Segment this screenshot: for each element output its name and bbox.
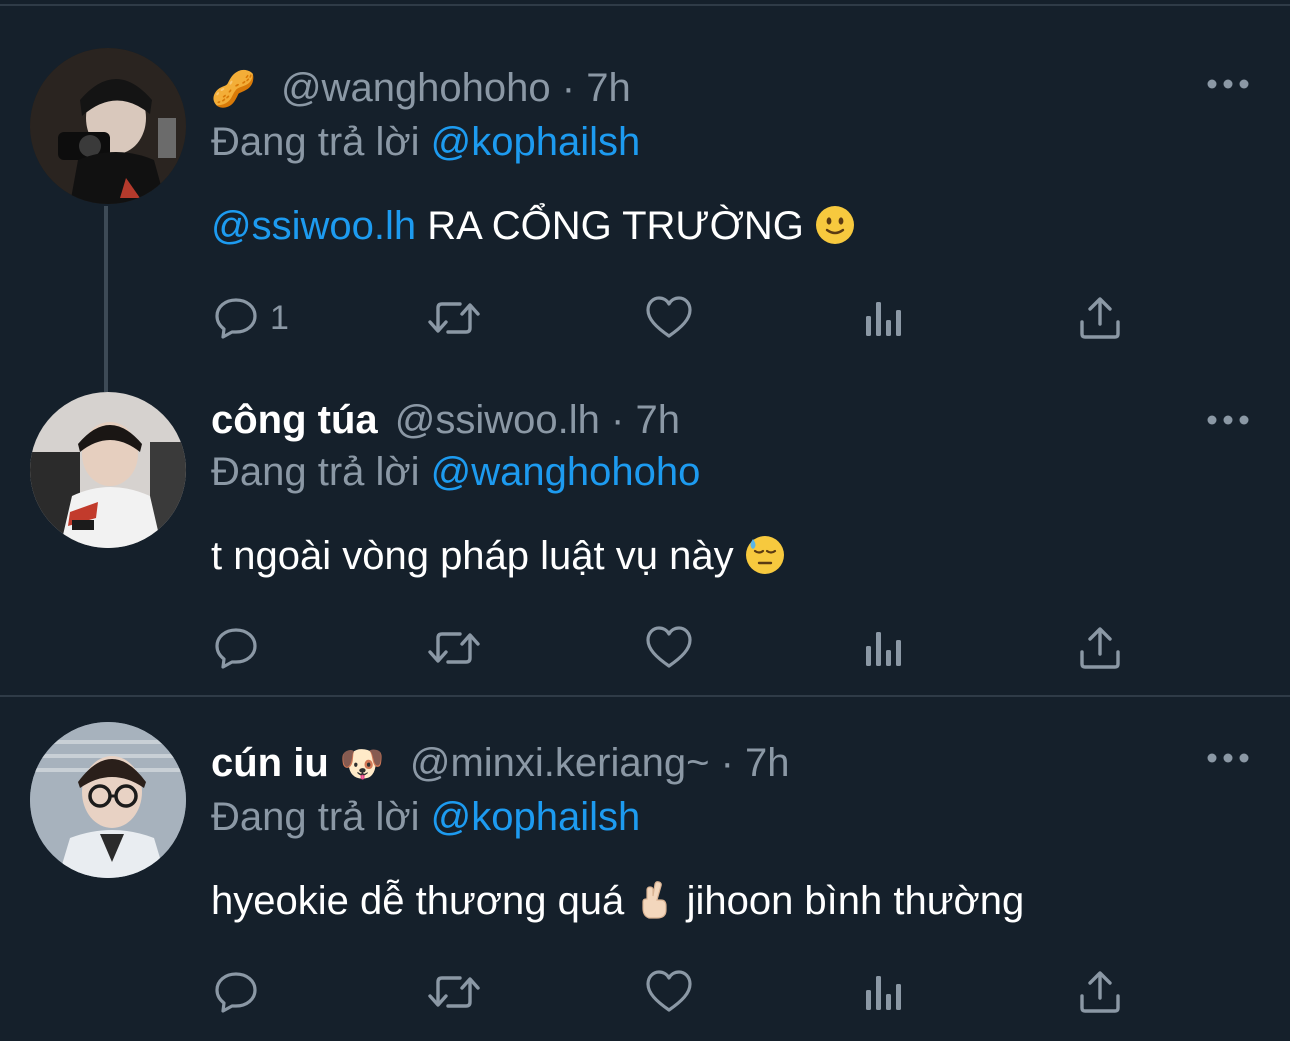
tweet-header: cún iu 🐶 @minxi.keriang~ · 7h xyxy=(211,739,790,788)
avatar[interactable] xyxy=(30,48,186,204)
share-upload-icon xyxy=(1080,971,1120,1013)
replying-to-mention[interactable]: @kophailsh xyxy=(431,795,641,839)
more-options-button[interactable] xyxy=(1206,748,1250,768)
tweet-text: @ssiwoo.lh RA CỔNG TRƯỜNG xyxy=(211,202,855,256)
crossed-fingers-icon xyxy=(635,880,675,931)
avatar-camera-person-icon xyxy=(30,48,186,204)
downcast-sweat-face-icon xyxy=(745,535,785,586)
top-divider xyxy=(0,4,1290,6)
reply-bubble-icon xyxy=(215,628,257,669)
tweet-text: t ngoài vòng pháp luật vụ này xyxy=(211,532,785,586)
analytics-bars-icon xyxy=(866,976,901,1010)
avatar[interactable] xyxy=(30,722,186,878)
separator-dot: · xyxy=(611,398,625,442)
more-dots-icon xyxy=(1207,753,1249,763)
body-text-part-2: jihoon bình thường xyxy=(686,879,1025,923)
reply-button[interactable]: 1 xyxy=(212,294,289,342)
replying-to: Đang trả lời @kophailsh xyxy=(211,118,640,166)
view-count-button[interactable] xyxy=(862,968,908,1016)
timestamp: 7h xyxy=(635,398,681,442)
tweet-text: hyeokie dễ thương quá jihoon bình thường xyxy=(211,877,1024,931)
reply-count: 1 xyxy=(270,298,289,337)
avatar-person-glasses-icon xyxy=(30,722,186,878)
share-button[interactable] xyxy=(1078,624,1122,672)
separator-dot: · xyxy=(720,741,734,785)
dog-face-emoji-icon: 🐶 xyxy=(339,743,385,784)
retweet-icon xyxy=(428,302,480,334)
replying-to-label: Đang trả lời xyxy=(211,120,420,164)
reply-button[interactable] xyxy=(212,624,270,672)
timestamp: 7h xyxy=(745,741,790,785)
conversation-divider xyxy=(0,695,1290,697)
more-options-button[interactable] xyxy=(1206,410,1250,430)
reply-bubble-icon xyxy=(215,298,257,339)
timestamp: 7h xyxy=(586,66,631,110)
share-upload-icon xyxy=(1080,627,1120,669)
body-text: t ngoài vòng pháp luật vụ này xyxy=(211,534,734,578)
heart-icon xyxy=(646,626,692,668)
tweet-thread-screen: 🥜 @wanghohoho · 7h Đang trả lời @kophail… xyxy=(0,0,1290,1041)
replying-to-label: Đang trả lời xyxy=(211,795,420,839)
analytics-bars-icon xyxy=(866,632,901,666)
user-handle[interactable]: @wanghohoho xyxy=(281,66,551,110)
retweet-icon xyxy=(428,632,480,664)
retweet-button[interactable] xyxy=(426,968,482,1016)
tweet-header: công túa @ssiwoo.lh · 7h xyxy=(211,396,680,444)
like-button[interactable] xyxy=(644,624,694,672)
separator-dot: · xyxy=(561,66,576,110)
more-dots-icon xyxy=(1207,79,1249,89)
user-handle[interactable]: @ssiwoo.lh xyxy=(395,398,600,442)
body-text: RA CỔNG TRƯỜNG xyxy=(427,204,804,248)
view-count-button[interactable] xyxy=(862,294,908,342)
more-options-button[interactable] xyxy=(1206,74,1250,94)
retweet-button[interactable] xyxy=(426,624,482,672)
user-handle[interactable]: @minxi.keriang~ xyxy=(410,741,710,785)
display-name[interactable]: công túa xyxy=(211,398,378,442)
share-button[interactable] xyxy=(1078,294,1122,342)
tweet-header: 🥜 @wanghohoho · 7h xyxy=(211,64,631,113)
reply-button[interactable] xyxy=(212,968,270,1016)
thread-connector-line xyxy=(104,206,108,392)
share-button[interactable] xyxy=(1078,968,1122,1016)
avatar-person-jacket-icon xyxy=(30,392,186,548)
replying-to: Đang trả lời @wanghohoho xyxy=(211,448,700,496)
display-name[interactable]: cún iu xyxy=(211,741,329,785)
retweet-icon xyxy=(428,976,480,1008)
heart-icon xyxy=(646,970,692,1012)
retweet-button[interactable] xyxy=(426,294,482,342)
share-upload-icon xyxy=(1080,297,1120,339)
view-count-button[interactable] xyxy=(862,624,908,672)
more-dots-icon xyxy=(1207,415,1249,425)
body-mention[interactable]: @ssiwoo.lh xyxy=(211,204,416,248)
reply-bubble-icon xyxy=(215,972,257,1013)
body-text-part-1: hyeokie dễ thương quá xyxy=(211,879,625,923)
avatar[interactable] xyxy=(30,392,186,548)
replying-to-mention[interactable]: @wanghohoho xyxy=(431,450,701,494)
like-button[interactable] xyxy=(644,294,694,342)
analytics-bars-icon xyxy=(866,302,901,336)
replying-to-label: Đang trả lời xyxy=(211,450,420,494)
replying-to: Đang trả lời @kophailsh xyxy=(211,793,640,841)
peanut-emoji-icon: 🥜 xyxy=(211,68,256,109)
slightly-smiling-face-icon xyxy=(815,205,855,256)
like-button[interactable] xyxy=(644,968,694,1016)
replying-to-mention[interactable]: @kophailsh xyxy=(431,120,641,164)
heart-icon xyxy=(646,296,692,338)
